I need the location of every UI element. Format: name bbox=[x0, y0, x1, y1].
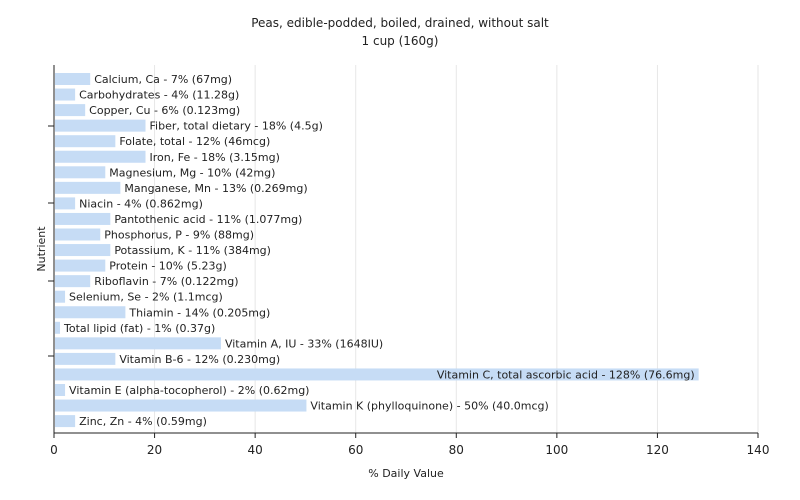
bar-label: Magnesium, Mg - 10% (42mg) bbox=[109, 166, 275, 179]
bar bbox=[55, 88, 76, 101]
bar-label: Folate, total - 12% (46mcg) bbox=[119, 135, 270, 148]
x-tick-label: 0 bbox=[50, 443, 58, 457]
bar-label: Manganese, Mn - 13% (0.269mg) bbox=[124, 182, 307, 195]
bar bbox=[55, 244, 111, 257]
x-tick-label: 100 bbox=[545, 443, 568, 457]
bar-label: Copper, Cu - 6% (0.123mg) bbox=[89, 104, 240, 117]
x-tick-label: 80 bbox=[449, 443, 464, 457]
bar bbox=[55, 212, 111, 225]
x-axis-label: % Daily Value bbox=[368, 467, 444, 480]
bars-group: Calcium, Ca - 7% (67mg) Carbohydrates - 4… bbox=[55, 73, 699, 428]
bar-label: Vitamin C, total ascorbic acid - 128% (7… bbox=[437, 368, 695, 381]
bar-label: Selenium, Se - 2% (1.1mcg) bbox=[69, 291, 223, 304]
bar bbox=[55, 181, 121, 194]
bar bbox=[55, 321, 61, 334]
bar-label: Fiber, total dietary - 18% (4.5g) bbox=[150, 120, 323, 133]
bar-label: Total lipid (fat) - 1% (0.37g) bbox=[63, 322, 215, 335]
y-axis-label: Nutrient bbox=[35, 226, 48, 272]
x-tick-label: 140 bbox=[747, 443, 770, 457]
bar bbox=[55, 104, 86, 117]
bar-label: Pantothenic acid - 11% (1.077mg) bbox=[114, 213, 302, 226]
bar bbox=[55, 306, 126, 319]
bar-label: Potassium, K - 11% (384mg) bbox=[114, 244, 271, 257]
bar-label: Calcium, Ca - 7% (67mg) bbox=[94, 73, 232, 86]
x-ticks-group: 0 20 40 60 80 100 120 140 bbox=[50, 433, 769, 457]
bar-label: Vitamin E (alpha-tocopherol) - 2% (0.62m… bbox=[69, 384, 309, 397]
bar bbox=[55, 290, 66, 303]
bar bbox=[55, 73, 91, 85]
bar bbox=[55, 399, 307, 412]
bar bbox=[55, 259, 106, 272]
bar-label: Phosphorus, P - 9% (88mg) bbox=[104, 229, 254, 242]
bar-label: Protein - 10% (5.23g) bbox=[109, 260, 227, 273]
nutrient-bar-chart: Peas, edible-podded, boiled, drained, wi… bbox=[35, 16, 769, 480]
bar-label: Zinc, Zn - 4% (0.59mg) bbox=[79, 415, 207, 428]
chart-title: Peas, edible-podded, boiled, drained, wi… bbox=[251, 16, 549, 30]
bar-label: Vitamin A, IU - 33% (1648IU) bbox=[225, 337, 383, 350]
bar bbox=[55, 415, 76, 428]
bar bbox=[55, 228, 101, 241]
chart-subtitle: 1 cup (160g) bbox=[362, 34, 439, 48]
bar-label: Thiamin - 14% (0.205mg) bbox=[128, 306, 270, 319]
bar-label: Niacin - 4% (0.862mg) bbox=[79, 197, 203, 210]
bar bbox=[55, 119, 146, 132]
bar-label: Iron, Fe - 18% (3.15mg) bbox=[150, 151, 280, 164]
bar-label: Riboflavin - 7% (0.122mg) bbox=[94, 275, 238, 288]
bar bbox=[55, 197, 76, 210]
bar bbox=[55, 150, 146, 163]
bar bbox=[55, 275, 91, 288]
x-tick-label: 60 bbox=[348, 443, 363, 457]
bar bbox=[55, 166, 106, 179]
x-tick-label: 120 bbox=[646, 443, 669, 457]
bar bbox=[55, 352, 116, 365]
bar bbox=[55, 384, 66, 396]
bar-label: Vitamin B-6 - 12% (0.230mg) bbox=[119, 353, 280, 366]
x-tick-label: 20 bbox=[147, 443, 162, 457]
bar bbox=[55, 135, 116, 148]
bar-label: Vitamin K (phylloquinone) - 50% (40.0mcg… bbox=[310, 400, 548, 413]
bar bbox=[55, 337, 221, 350]
x-tick-label: 40 bbox=[248, 443, 263, 457]
bar-label: Carbohydrates - 4% (11.28g) bbox=[79, 89, 239, 102]
